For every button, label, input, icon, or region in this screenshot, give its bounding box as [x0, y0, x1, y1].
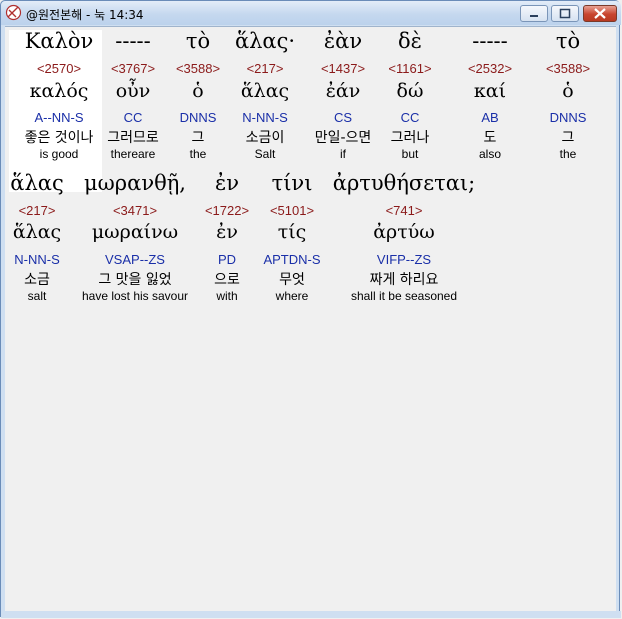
korean-gloss: 그러나 [390, 130, 430, 146]
korean-gloss: 무엇 [279, 272, 305, 288]
strong-number: <1437> [320, 61, 366, 76]
lemma: δώ [396, 80, 424, 102]
english-gloss: if [340, 147, 346, 161]
minimize-icon [530, 15, 538, 17]
greek-word[interactable]: ἅλας· [235, 29, 295, 53]
close-icon [594, 8, 606, 19]
greek-word[interactable]: τὸ [186, 29, 210, 53]
greek-word[interactable]: Καλὸν [25, 29, 94, 53]
english-gloss: with [216, 289, 238, 303]
strong-number: <3767> [110, 61, 156, 76]
close-button[interactable] [583, 5, 617, 22]
strong-number: <3588> [545, 61, 591, 76]
maximize-icon [559, 8, 571, 19]
strong-number: <2532> [467, 61, 513, 76]
title-bar[interactable]: @원전본해 - 눅 14:34 [1, 1, 621, 25]
greek-word[interactable]: ἅλας [10, 171, 63, 195]
lemma: ἅλας [240, 80, 290, 102]
lemma: ἐν [216, 221, 238, 243]
parse-code: DNNS [549, 110, 587, 125]
korean-gloss: 도 [483, 130, 497, 146]
korean-gloss: 그 맛을 잃었 [98, 272, 172, 288]
strong-number: <3588> [175, 61, 221, 76]
english-gloss: where [275, 289, 309, 303]
greek-word[interactable]: δὲ [398, 29, 422, 53]
strong-number: <217> [246, 61, 284, 76]
greek-word[interactable]: τίνι [272, 171, 313, 195]
strong-number: <1722> [204, 203, 250, 218]
parse-code: A--NN-S [34, 110, 84, 125]
korean-gloss: 좋은 것이나 [24, 130, 94, 146]
lemma: ἅλας [12, 221, 62, 243]
greek-word[interactable]: ἐν [215, 171, 239, 195]
korean-gloss: 그러므로 [107, 130, 159, 146]
greek-word[interactable]: τὸ [556, 29, 580, 53]
parse-code: CC [123, 110, 143, 125]
minimize-button[interactable] [520, 5, 548, 22]
lemma: ὁ [192, 80, 204, 102]
english-gloss: salt [27, 289, 47, 303]
lemma: καλός [29, 80, 89, 102]
korean-gloss: 으로 [214, 272, 240, 288]
english-gloss: have lost his savour [81, 289, 189, 303]
korean-gloss: 그 [191, 130, 205, 146]
greek-word[interactable]: ----- [115, 29, 150, 53]
english-gloss: the [189, 147, 207, 161]
parse-code: CS [333, 110, 353, 125]
window-bottom-border [1, 611, 621, 618]
korean-gloss: 그 [561, 130, 575, 146]
greek-word[interactable]: ἐὰν [324, 29, 362, 53]
strong-number: <217> [18, 203, 56, 218]
lemma: ὁ [562, 80, 574, 102]
strong-number: <3471> [112, 203, 158, 218]
parse-code: DNNS [179, 110, 217, 125]
parse-code: N-NN-S [14, 252, 60, 267]
strong-number: <1161> [388, 61, 432, 76]
interlinear-view[interactable]: Καλὸν <2570> καλός A--NN-S 좋은 것이나 is good ----… [5, 26, 616, 612]
korean-gloss: 만일-으면 [314, 130, 372, 146]
parse-code: VSAP--ZS [105, 252, 165, 267]
parse-code: CC [400, 110, 420, 125]
greek-word[interactable]: ----- [472, 29, 507, 53]
korean-gloss: 짜게 하리요 [369, 272, 439, 288]
lemma: τίς [277, 221, 307, 243]
english-gloss: is good [39, 147, 79, 161]
english-gloss: the [559, 147, 577, 161]
window-title: @원전본해 - 눅 14:34 [26, 8, 144, 22]
greek-word[interactable]: ἀρτυθήσεται; [333, 171, 475, 195]
app-icon [5, 4, 22, 21]
strong-number: <741> [385, 203, 423, 218]
english-gloss: also [478, 147, 502, 161]
lemma: ἐάν [325, 80, 361, 102]
korean-gloss: 소금이 [245, 130, 285, 146]
english-gloss: thereare [110, 147, 156, 161]
maximize-button[interactable] [551, 5, 579, 22]
greek-word[interactable]: μωρανθῇ, [84, 171, 186, 195]
parse-code: APTDN-S [263, 252, 321, 267]
parse-code: N-NN-S [242, 110, 288, 125]
parse-code: VIFP--ZS [376, 252, 432, 267]
lemma: ἀρτύω [373, 221, 435, 243]
strong-number: <2570> [36, 61, 82, 76]
korean-gloss: 소금 [24, 272, 50, 288]
lemma: καί [473, 80, 507, 102]
english-gloss: but [401, 147, 419, 161]
english-gloss: Salt [254, 147, 276, 161]
lemma: οὖν [115, 80, 151, 102]
parse-code: AB [481, 110, 499, 125]
app-window: @원전본해 - 눅 14:34 Καλὸν <2570> καλός A--NN-S 좋… [0, 0, 621, 618]
parse-code: PD [217, 252, 237, 267]
english-gloss: shall it be seasoned [350, 289, 458, 303]
strong-number: <5101> [269, 203, 315, 218]
lemma: μωραίνω [91, 221, 179, 243]
